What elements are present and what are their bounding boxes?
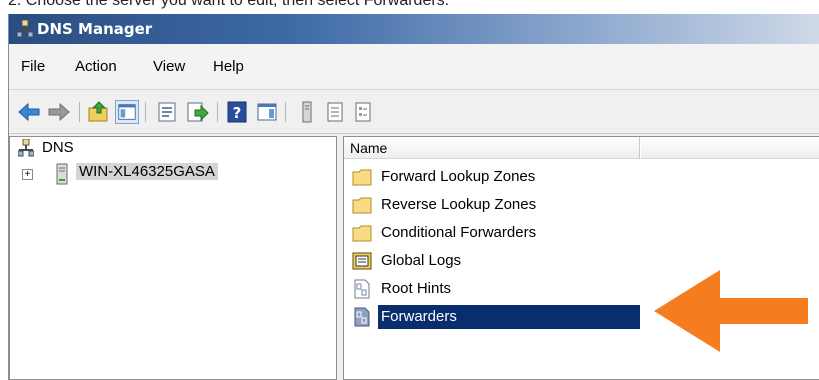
toolbar-separator — [79, 102, 80, 122]
list-item-label: Root Hints — [381, 280, 452, 297]
title-bar: DNS Manager — [9, 14, 819, 44]
logs-icon — [352, 252, 372, 270]
tree-label-server: WIN-XL46325GASA — [76, 163, 218, 180]
tree-label-dns: DNS — [42, 139, 74, 156]
list-item-label: Conditional Forwarders — [381, 224, 537, 241]
console-tree: DNS + WIN-XL46325GASA — [9, 136, 337, 380]
toolbar-separator — [285, 102, 286, 122]
instruction-text: 2. Choose the server you want to edit, t… — [8, 0, 450, 9]
column-header-name[interactable]: Name — [344, 137, 640, 159]
dns-app-icon — [17, 20, 33, 38]
menu-help[interactable]: Help — [213, 58, 244, 75]
export-list-icon[interactable] — [185, 100, 209, 124]
window-title: DNS Manager — [37, 20, 153, 38]
back-arrow-icon[interactable] — [17, 100, 41, 124]
folder-icon — [352, 169, 372, 186]
menu-action[interactable]: Action — [75, 58, 117, 75]
list-item-label: Forward Lookup Zones — [381, 168, 536, 185]
server-icon — [56, 163, 68, 185]
folder-icon — [352, 225, 372, 242]
server-icon[interactable] — [295, 100, 319, 124]
menu-bar: File Action View Help — [9, 44, 819, 90]
forward-arrow-icon[interactable] — [47, 100, 71, 124]
details-view-icon[interactable] — [351, 100, 375, 124]
toolbar-separator — [217, 102, 218, 122]
dns-icon — [18, 139, 34, 157]
properties-icon[interactable] — [155, 100, 179, 124]
menu-view[interactable]: View — [153, 58, 185, 75]
toolbar-separator — [145, 102, 146, 122]
list-item-label: Reverse Lookup Zones — [381, 196, 537, 213]
list-item-label: Global Logs — [381, 252, 462, 269]
column-header-empty — [641, 137, 819, 159]
show-console-tree-icon[interactable] — [115, 100, 139, 124]
toolbar: ? — [9, 90, 819, 134]
list-view-icon[interactable] — [323, 100, 347, 124]
callout-arrow-icon — [654, 270, 808, 352]
show-action-pane-icon[interactable] — [255, 100, 279, 124]
folder-icon — [352, 197, 372, 214]
binary-doc-icon — [354, 279, 370, 299]
binary-doc-icon — [354, 307, 370, 327]
expand-toggle[interactable]: + — [22, 169, 33, 180]
list-item-label: Forwarders — [378, 305, 640, 329]
svg-text:?: ? — [233, 104, 242, 122]
up-folder-icon[interactable] — [87, 100, 111, 124]
menu-file[interactable]: File — [21, 58, 45, 75]
help-icon[interactable]: ? — [225, 100, 249, 124]
